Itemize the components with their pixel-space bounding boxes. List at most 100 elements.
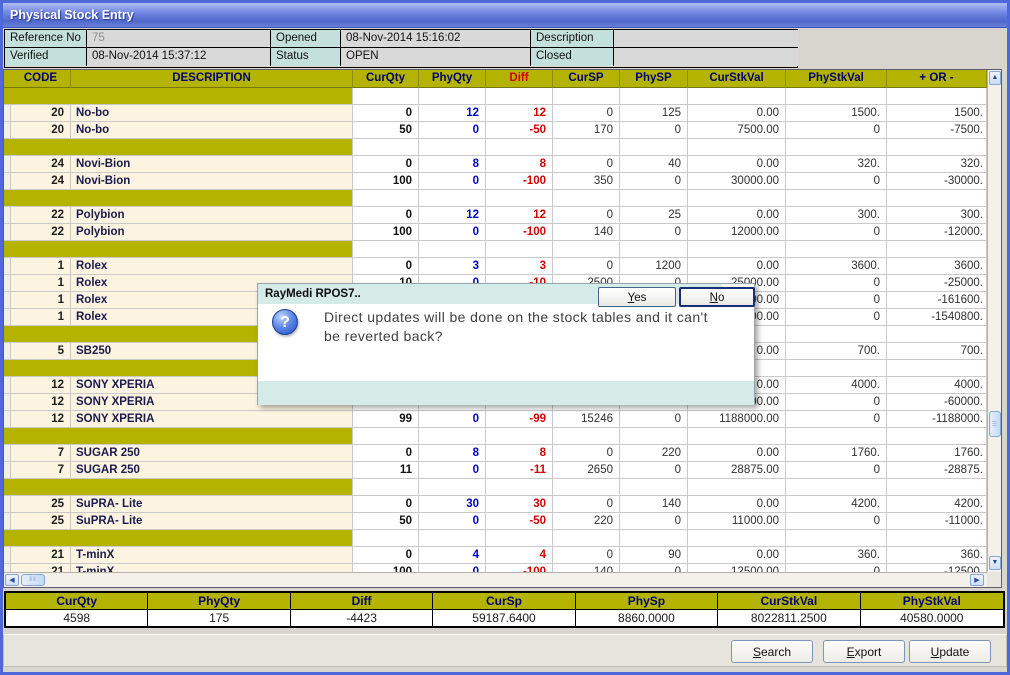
cell-phyqty[interactable]: 0 <box>419 513 486 529</box>
cell-code[interactable]: 1 <box>11 275 71 291</box>
row-selector[interactable] <box>4 343 11 359</box>
cell-physp[interactable]: 220 <box>620 445 688 461</box>
cell-curstkval[interactable]: 1188000.00 <box>688 411 786 427</box>
cell-plusorminus[interactable]: 1760. <box>887 445 987 461</box>
cell-code[interactable]: 12 <box>11 377 71 393</box>
cell-plusorminus[interactable]: 4000. <box>887 377 987 393</box>
cell-plusorminus[interactable]: 3600. <box>887 258 987 274</box>
cell-plusorminus[interactable]: -30000. <box>887 173 987 189</box>
cell-code[interactable]: 24 <box>11 173 71 189</box>
search-button[interactable]: Search <box>731 640 813 663</box>
cell-phystkval[interactable]: 0 <box>786 513 887 529</box>
cell-phyqty[interactable]: 4 <box>419 547 486 563</box>
cell-curqty[interactable]: 0 <box>353 496 419 512</box>
row-selector[interactable] <box>4 173 11 189</box>
cell-phystkval[interactable]: 4000. <box>786 377 887 393</box>
table-row[interactable]: 21T-minX1000-100140012500.000-12500. <box>4 564 987 572</box>
cell-code[interactable]: 21 <box>11 564 71 572</box>
cell-physp[interactable]: 40 <box>620 156 688 172</box>
row-selector[interactable] <box>4 224 11 240</box>
cell-diff[interactable]: -99 <box>486 411 553 427</box>
cell-plusorminus[interactable]: 700. <box>887 343 987 359</box>
cell-curstkval[interactable]: 0.00 <box>688 445 786 461</box>
cell-curqty[interactable]: 99 <box>353 411 419 427</box>
cell-diff[interactable]: 12 <box>486 207 553 223</box>
cell-cursp[interactable]: 0 <box>553 207 620 223</box>
vertical-scroll-thumb[interactable]: ☰ <box>989 411 1001 437</box>
cell-diff[interactable]: 4 <box>486 547 553 563</box>
cell-plusorminus[interactable]: -161600. <box>887 292 987 308</box>
cell-curstkval[interactable]: 11000.00 <box>688 513 786 529</box>
cell-desc[interactable]: SUGAR 250 <box>71 445 353 461</box>
row-selector[interactable] <box>4 156 11 172</box>
cell-curqty[interactable]: 100 <box>353 173 419 189</box>
row-selector[interactable] <box>4 122 11 138</box>
cell-code[interactable]: 22 <box>11 224 71 240</box>
cell-cursp[interactable]: 140 <box>553 224 620 240</box>
cell-plusorminus[interactable]: 4200. <box>887 496 987 512</box>
cell-cursp[interactable]: 350 <box>553 173 620 189</box>
cell-curqty[interactable]: 11 <box>353 462 419 478</box>
cell-desc[interactable]: T-minX <box>71 564 353 572</box>
verified-field[interactable]: 08-Nov-2014 15:37:12 <box>87 48 271 66</box>
cell-cursp[interactable]: 220 <box>553 513 620 529</box>
column-header-physp[interactable]: PhySP <box>620 70 688 88</box>
cell-curstkval[interactable]: 0.00 <box>688 258 786 274</box>
cell-curstkval[interactable]: 0.00 <box>688 156 786 172</box>
row-selector[interactable] <box>4 258 11 274</box>
cell-curqty[interactable]: 0 <box>353 156 419 172</box>
cell-curstkval[interactable]: 0.00 <box>688 547 786 563</box>
cell-curqty[interactable]: 50 <box>353 513 419 529</box>
cell-phyqty[interactable]: 30 <box>419 496 486 512</box>
no-button[interactable]: No <box>679 287 755 307</box>
row-selector[interactable] <box>4 377 11 393</box>
cell-diff[interactable]: 30 <box>486 496 553 512</box>
table-row[interactable]: 21T-minX0440900.00360.360. <box>4 547 987 564</box>
cell-diff[interactable]: -100 <box>486 173 553 189</box>
cell-diff[interactable]: 3 <box>486 258 553 274</box>
row-selector[interactable] <box>4 275 11 291</box>
cell-phystkval[interactable]: 0 <box>786 292 887 308</box>
table-row[interactable]: 22Polybion012120250.00300.300. <box>4 207 987 224</box>
cell-phyqty[interactable]: 0 <box>419 462 486 478</box>
cell-phystkval[interactable]: 0 <box>786 275 887 291</box>
column-header-diff[interactable]: Diff <box>486 70 553 88</box>
cell-diff[interactable]: -100 <box>486 224 553 240</box>
cell-code[interactable]: 22 <box>11 207 71 223</box>
column-header-desc[interactable]: DESCRIPTION <box>71 70 353 88</box>
cell-phyqty[interactable]: 8 <box>419 156 486 172</box>
cell-cursp[interactable]: 0 <box>553 258 620 274</box>
cell-plusorminus[interactable]: -25000. <box>887 275 987 291</box>
status-field[interactable]: OPEN <box>341 48 531 66</box>
row-selector[interactable] <box>4 292 11 308</box>
cell-phystkval[interactable]: 0 <box>786 462 887 478</box>
cell-physp[interactable]: 125 <box>620 105 688 121</box>
cell-phystkval[interactable]: 1500. <box>786 105 887 121</box>
cell-cursp[interactable]: 170 <box>553 122 620 138</box>
table-row[interactable]: 7SUGAR 250110-112650028875.000-28875. <box>4 462 987 479</box>
cell-desc[interactable]: Novi-Bion <box>71 156 353 172</box>
table-row[interactable]: 22Polybion1000-100140012000.000-12000. <box>4 224 987 241</box>
cell-diff[interactable]: 8 <box>486 156 553 172</box>
cell-phyqty[interactable]: 0 <box>419 122 486 138</box>
cell-desc[interactable]: Rolex <box>71 258 353 274</box>
cell-physp[interactable]: 0 <box>620 173 688 189</box>
cell-curstkval[interactable]: 0.00 <box>688 105 786 121</box>
cell-physp[interactable]: 0 <box>620 564 688 572</box>
scroll-left-button[interactable]: ◀ <box>5 574 19 586</box>
row-selector[interactable] <box>4 105 11 121</box>
cell-desc[interactable]: SuPRA- Lite <box>71 513 353 529</box>
row-selector[interactable] <box>4 411 11 427</box>
table-row[interactable]: 25SuPRA- Lite500-50220011000.000-11000. <box>4 513 987 530</box>
cell-plusorminus[interactable]: -1188000. <box>887 411 987 427</box>
table-row[interactable]: 20No-bo500-5017007500.000-7500. <box>4 122 987 139</box>
cell-cursp[interactable]: 0 <box>553 547 620 563</box>
table-row[interactable]: 24Novi-Bion0880400.00320.320. <box>4 156 987 173</box>
cell-cursp[interactable]: 2650 <box>553 462 620 478</box>
description-field[interactable] <box>614 30 798 48</box>
cell-diff[interactable]: 8 <box>486 445 553 461</box>
cell-cursp[interactable]: 0 <box>553 156 620 172</box>
cell-physp[interactable]: 0 <box>620 224 688 240</box>
cell-plusorminus[interactable]: -1540800. <box>887 309 987 325</box>
cell-code[interactable]: 7 <box>11 462 71 478</box>
